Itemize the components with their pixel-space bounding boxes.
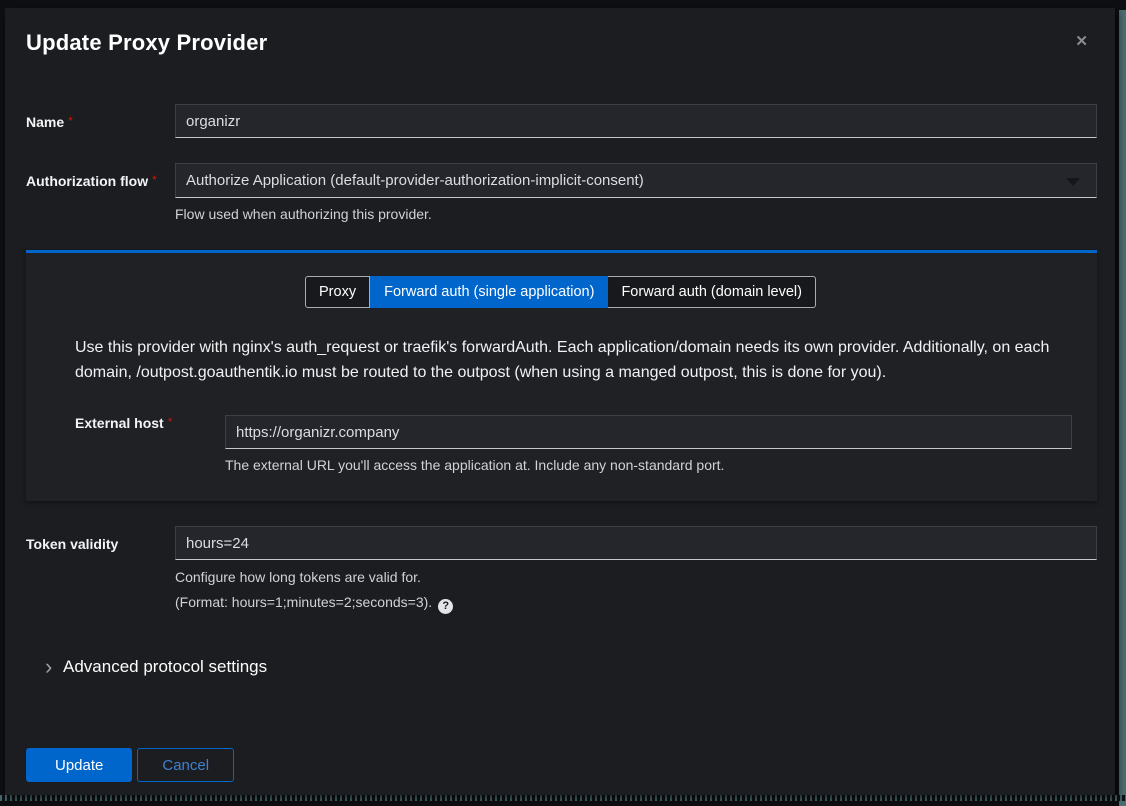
- authorization-flow-help: Flow used when authorizing this provider…: [175, 206, 1097, 223]
- advanced-protocol-settings-toggle[interactable]: › Advanced protocol settings: [26, 657, 1097, 677]
- token-validity-help: Configure how long tokens are valid for.…: [175, 569, 1097, 614]
- authorization-flow-select[interactable]: Authorize Application (default-provider-…: [175, 163, 1097, 198]
- name-row: Name *: [26, 104, 1097, 138]
- help-question-icon[interactable]: ?: [438, 599, 453, 614]
- update-button[interactable]: Update: [26, 748, 132, 782]
- token-validity-field-cell: Configure how long tokens are valid for.…: [175, 526, 1097, 614]
- proxy-mode-toggle-group: Proxy Forward auth (single application) …: [49, 276, 1072, 308]
- chevron-down-icon: [1066, 178, 1080, 186]
- advanced-protocol-settings-label: Advanced protocol settings: [63, 657, 267, 677]
- authorization-flow-field-cell: Authorize Application (default-provider-…: [175, 163, 1097, 223]
- token-validity-row: Token validity Configure how long tokens…: [26, 526, 1097, 614]
- modal-header: Update Proxy Provider ✕: [26, 30, 1097, 56]
- name-label-cell: Name *: [26, 104, 175, 138]
- modal-footer: Update Cancel: [26, 748, 1097, 782]
- authorization-flow-label: Authorization flow: [26, 173, 148, 189]
- authorization-flow-row: Authorization flow * Authorize Applicatio…: [26, 163, 1097, 223]
- mode-description: Use this provider with nginx's auth_requ…: [75, 335, 1070, 385]
- mode-tab-proxy[interactable]: Proxy: [305, 276, 370, 308]
- cancel-button[interactable]: Cancel: [137, 748, 234, 782]
- name-label: Name: [26, 114, 64, 130]
- close-icon[interactable]: ✕: [1075, 32, 1088, 50]
- external-host-label-cell: External host *: [75, 415, 225, 474]
- proxy-mode-card: Proxy Forward auth (single application) …: [26, 250, 1097, 501]
- required-asterisk: *: [152, 173, 157, 187]
- backdrop-bottom-edge: [0, 795, 1126, 801]
- external-host-label: External host: [75, 415, 164, 431]
- external-host-row: External host * The external URL you'll a…: [75, 415, 1072, 474]
- token-validity-input[interactable]: [175, 526, 1097, 560]
- external-host-input[interactable]: [225, 415, 1072, 449]
- authorization-flow-selected-value: Authorize Application (default-provider-…: [186, 172, 644, 189]
- token-validity-help-line1: Configure how long tokens are valid for.: [175, 569, 1097, 586]
- token-validity-format-text: (Format: hours=1;minutes=2;seconds=3).: [175, 594, 432, 610]
- update-proxy-provider-modal: Update Proxy Provider ✕ Name * Authorizat…: [5, 8, 1115, 795]
- token-validity-label-cell: Token validity: [26, 526, 175, 614]
- token-validity-help-line2: (Format: hours=1;minutes=2;seconds=3).?: [175, 594, 1097, 614]
- external-host-field-cell: The external URL you'll access the appli…: [225, 415, 1072, 474]
- name-field-cell: [175, 104, 1097, 138]
- provider-form: Name * Authorization flow * Authorize Appl…: [26, 104, 1097, 782]
- external-host-help: The external URL you'll access the appli…: [225, 457, 1072, 474]
- required-asterisk: *: [68, 114, 73, 128]
- backdrop-right-edge: [1119, 10, 1126, 806]
- name-input[interactable]: [175, 104, 1097, 138]
- required-asterisk: *: [168, 415, 173, 429]
- mode-tab-forward-auth-single[interactable]: Forward auth (single application): [370, 276, 608, 308]
- authorization-flow-label-cell: Authorization flow *: [26, 163, 175, 223]
- chevron-right-icon: ›: [26, 658, 54, 676]
- token-validity-label: Token validity: [26, 536, 118, 552]
- modal-title: Update Proxy Provider: [26, 30, 1097, 56]
- mode-tab-forward-auth-domain[interactable]: Forward auth (domain level): [608, 276, 816, 308]
